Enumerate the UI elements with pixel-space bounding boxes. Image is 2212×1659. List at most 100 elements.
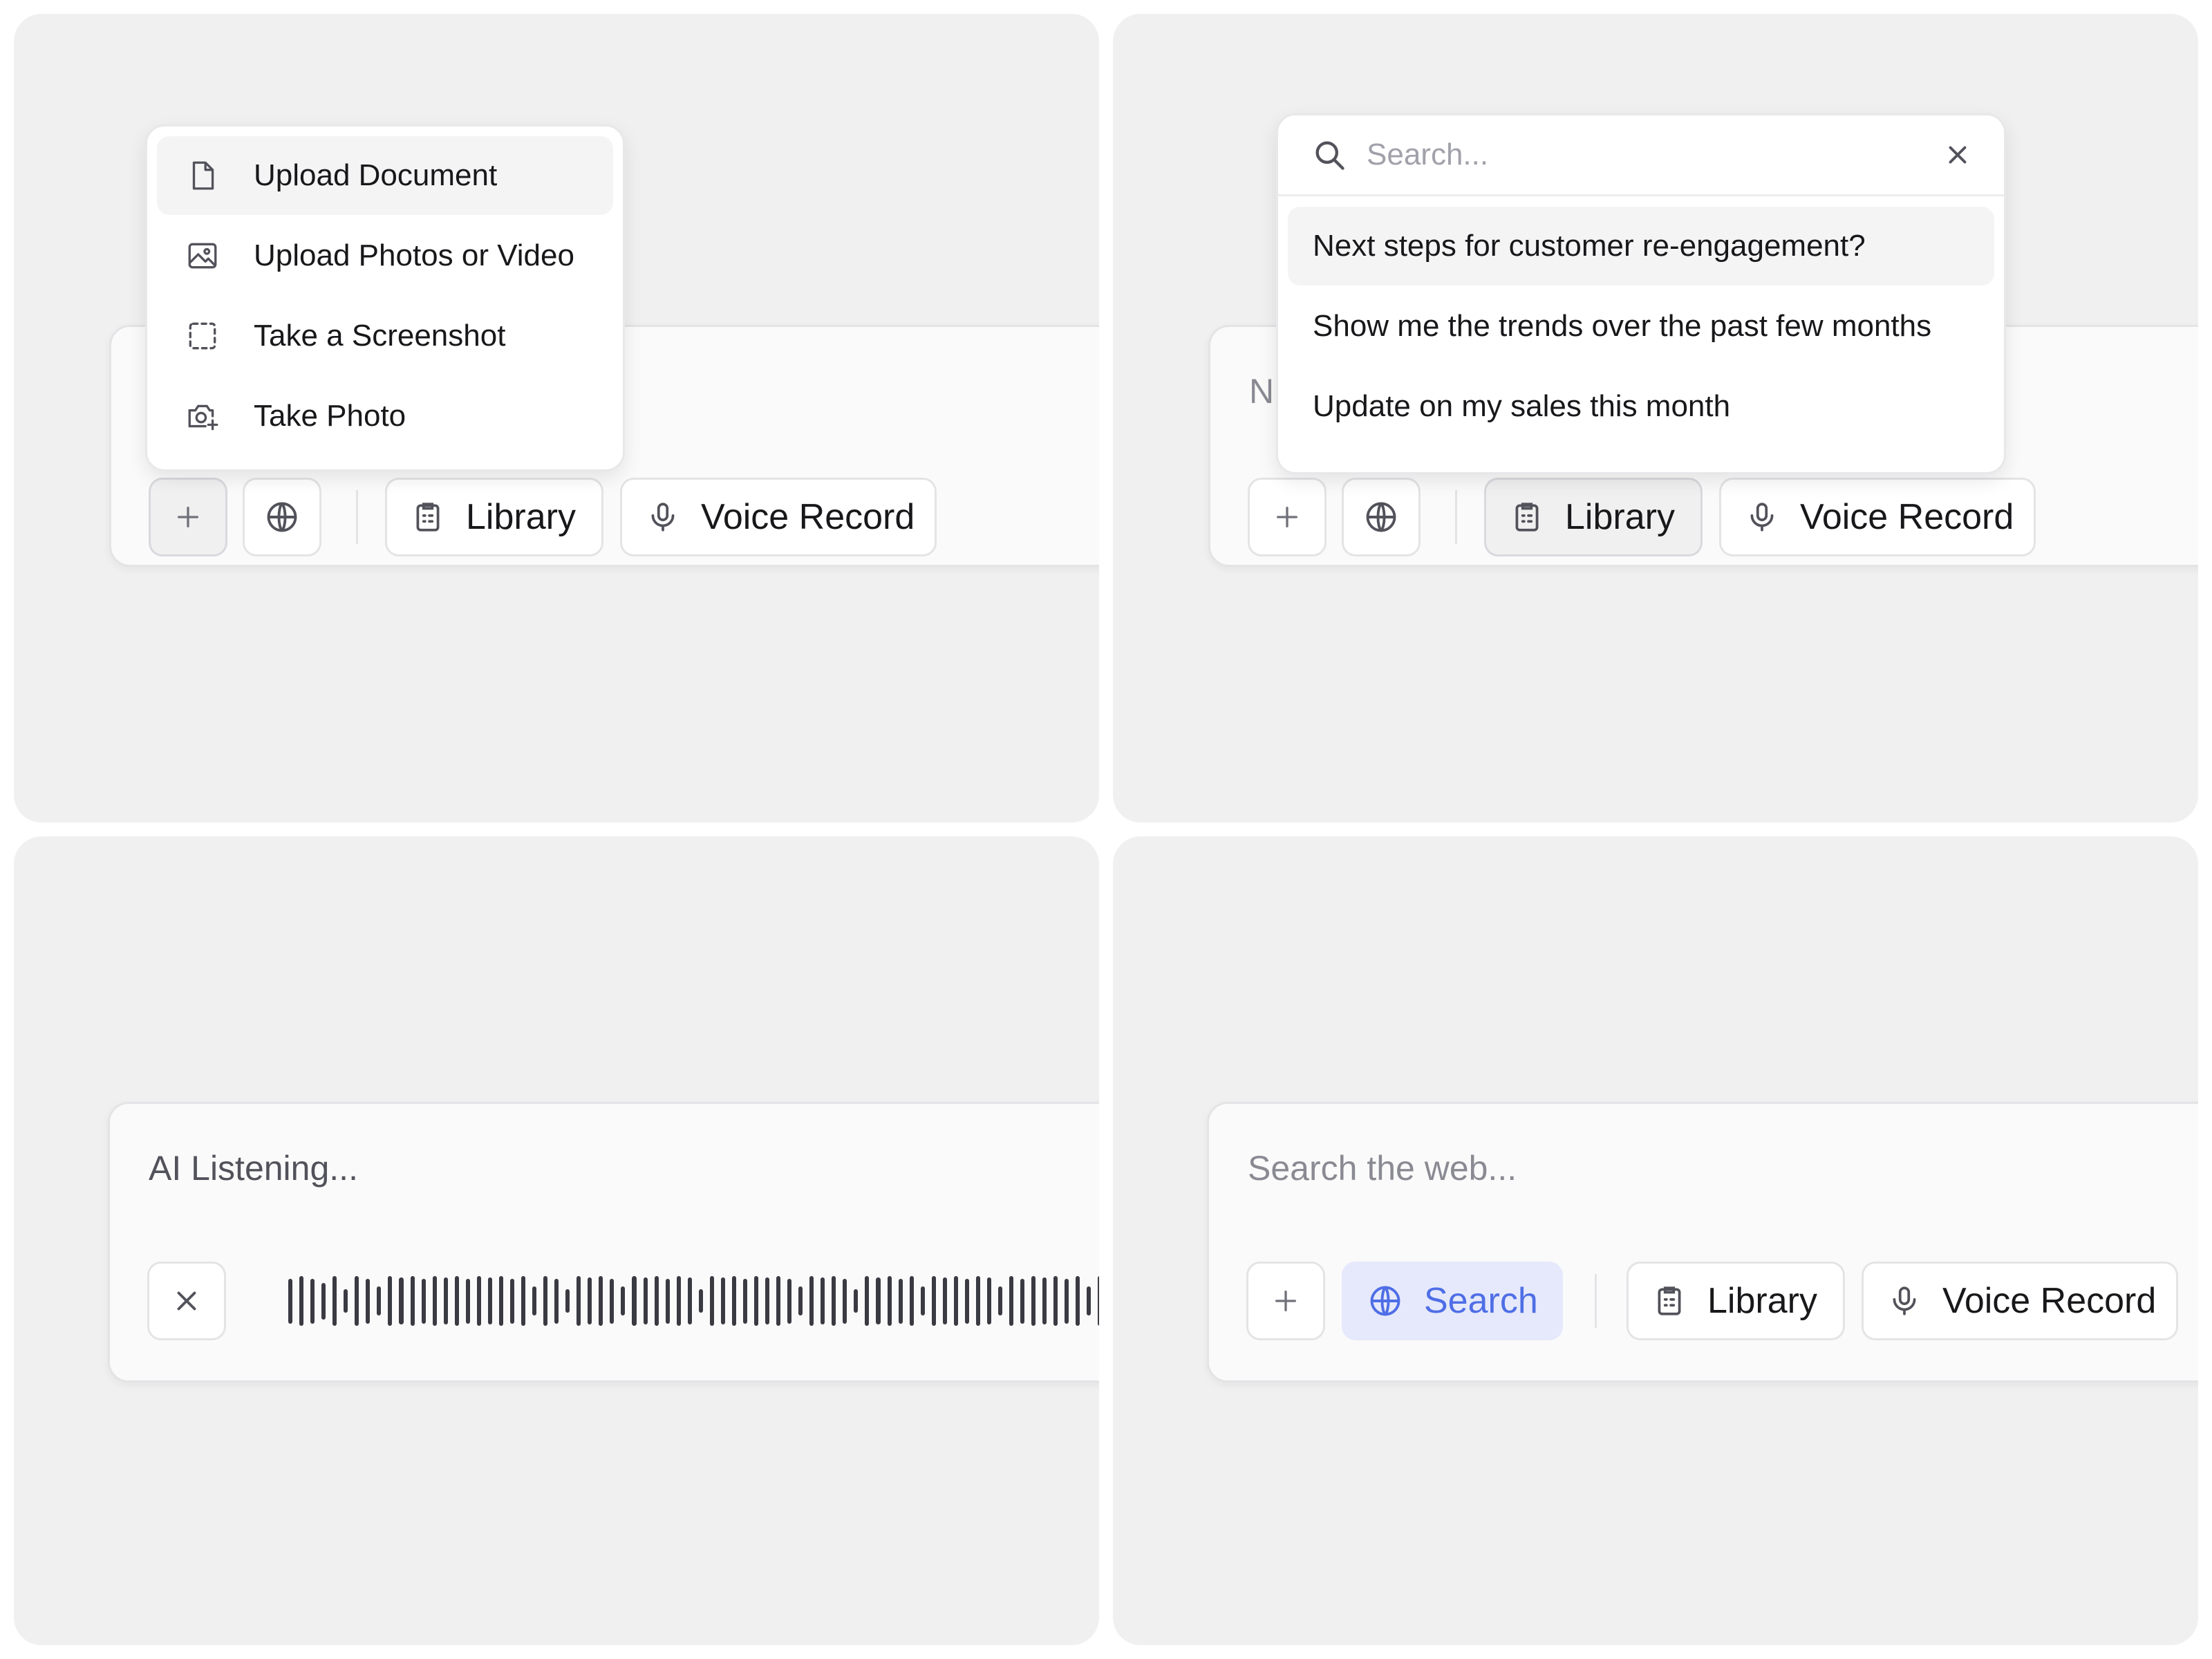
waveform-bar xyxy=(687,1277,692,1324)
waveform-bar xyxy=(344,1289,348,1313)
plus-icon xyxy=(174,503,202,531)
waveform-bar xyxy=(654,1276,659,1326)
menu-item-label: Upload Photos or Video xyxy=(254,238,574,272)
waveform-bar xyxy=(355,1276,359,1326)
waveform-bar xyxy=(854,1289,859,1313)
library-item[interactable]: Show me the trends over the past few mon… xyxy=(1288,287,1994,366)
microphone-icon xyxy=(1887,1284,1922,1318)
screenshot-icon xyxy=(169,319,236,353)
close-icon[interactable] xyxy=(1943,140,1972,169)
waveform-bar xyxy=(554,1278,559,1324)
listening-status: AI Listening... xyxy=(149,1149,358,1188)
globe-icon xyxy=(1367,1283,1403,1319)
library-search-input[interactable] xyxy=(1367,138,1906,172)
waveform-bar xyxy=(676,1276,681,1326)
waveform-bar xyxy=(920,1286,925,1315)
voice-record-label: Voice Record xyxy=(1800,497,2014,537)
waveform-bar xyxy=(1042,1277,1047,1324)
clipboard-icon xyxy=(411,500,445,534)
voice-record-label: Voice Record xyxy=(1942,1281,2157,1321)
menu-item-take-screenshot[interactable]: Take a Screenshot xyxy=(157,297,613,375)
composer-card: Search the web... Search Library Voice R… xyxy=(1207,1102,2198,1382)
waveform-bar xyxy=(321,1282,326,1320)
library-button[interactable]: Library xyxy=(1627,1262,1845,1340)
waveform-bar xyxy=(288,1278,293,1324)
waveform-bar xyxy=(443,1277,448,1324)
waveform-bar xyxy=(953,1276,958,1326)
waveform-bar xyxy=(577,1276,581,1326)
web-search-button[interactable] xyxy=(1342,478,1421,556)
waveform-bar xyxy=(1031,1276,1036,1326)
library-button[interactable]: Library xyxy=(385,478,603,556)
waveform-bar xyxy=(410,1276,415,1326)
search-toggle-label: Search xyxy=(1424,1281,1538,1321)
waveform-bar xyxy=(709,1276,714,1326)
waveform-bar xyxy=(388,1276,393,1326)
voice-record-button[interactable]: Voice Record xyxy=(1719,478,2036,556)
waveform-bar xyxy=(1009,1276,1014,1326)
waveform-bar xyxy=(465,1278,470,1324)
menu-item-upload-photos[interactable]: Upload Photos or Video xyxy=(157,216,613,295)
waveform-bar xyxy=(610,1278,615,1324)
voice-record-button[interactable]: Voice Record xyxy=(1862,1262,2178,1340)
library-item[interactable]: Update on my sales this month xyxy=(1288,367,1994,446)
add-button[interactable] xyxy=(1248,478,1327,556)
microphone-icon xyxy=(1745,500,1779,534)
document-icon xyxy=(169,158,236,193)
search-icon xyxy=(1311,137,1347,173)
waveform-bar xyxy=(1098,1276,1099,1326)
library-popup: Next steps for customer re-engagement? S… xyxy=(1276,113,2006,474)
library-button[interactable]: Library xyxy=(1484,478,1703,556)
menu-item-take-photo[interactable]: Take Photo xyxy=(157,377,613,456)
voice-record-label: Voice Record xyxy=(701,497,915,537)
camera-plus-icon xyxy=(169,399,236,433)
waveform-bar xyxy=(1020,1278,1025,1324)
library-search-row xyxy=(1278,115,2004,196)
library-popup-panel: N Library Voice Record Next steps xyxy=(1113,14,2198,823)
waveform-bar xyxy=(865,1276,870,1326)
voice-card: AI Listening... xyxy=(108,1102,1099,1382)
waveform-bar xyxy=(776,1276,781,1326)
waveform-bar xyxy=(720,1277,725,1324)
waveform-bar xyxy=(909,1276,914,1326)
globe-icon xyxy=(1363,499,1399,535)
waveform-bar xyxy=(565,1289,570,1313)
menu-item-label: Upload Document xyxy=(254,158,498,192)
waveform-bar xyxy=(432,1276,437,1326)
waveform-bar xyxy=(809,1276,814,1326)
toolbar-divider xyxy=(356,490,358,544)
waveform-bar xyxy=(665,1278,670,1324)
waveform-bar xyxy=(632,1276,637,1326)
cancel-recording-button[interactable] xyxy=(147,1262,226,1340)
add-button[interactable] xyxy=(1246,1262,1325,1340)
web-search-toggle[interactable]: Search xyxy=(1342,1262,1563,1340)
close-icon xyxy=(171,1285,203,1317)
waveform-bar xyxy=(931,1276,936,1326)
waveform-bar xyxy=(521,1276,526,1326)
clipboard-icon xyxy=(1652,1284,1687,1318)
waveform-bar xyxy=(731,1276,736,1326)
waveform-bar xyxy=(887,1276,892,1326)
add-button[interactable] xyxy=(149,478,227,556)
waveform-bar xyxy=(599,1276,603,1326)
library-item[interactable]: Next steps for customer re-engagement? xyxy=(1288,207,1994,285)
menu-item-upload-document[interactable]: Upload Document xyxy=(157,136,613,215)
waveform-bar xyxy=(377,1286,382,1315)
web-search-button[interactable] xyxy=(243,478,321,556)
composer-input-text[interactable]: N xyxy=(1249,371,1274,411)
clipboard-icon xyxy=(1510,500,1544,534)
waveform-bar xyxy=(643,1277,648,1324)
waveform-bar xyxy=(532,1286,537,1315)
waveform-bar xyxy=(509,1278,514,1324)
waveform-bar xyxy=(1087,1286,1091,1315)
microphone-icon xyxy=(646,500,680,534)
audio-waveform xyxy=(288,1272,1099,1330)
waveform-bar xyxy=(898,1278,903,1324)
waveform-bar xyxy=(798,1286,803,1315)
waveform-bar xyxy=(621,1286,626,1315)
waveform-bar xyxy=(753,1276,759,1326)
web-search-placeholder[interactable]: Search the web... xyxy=(1248,1148,1517,1188)
waveform-bar xyxy=(975,1276,980,1326)
voice-record-button[interactable]: Voice Record xyxy=(620,478,937,556)
waveform-bar xyxy=(476,1276,481,1326)
